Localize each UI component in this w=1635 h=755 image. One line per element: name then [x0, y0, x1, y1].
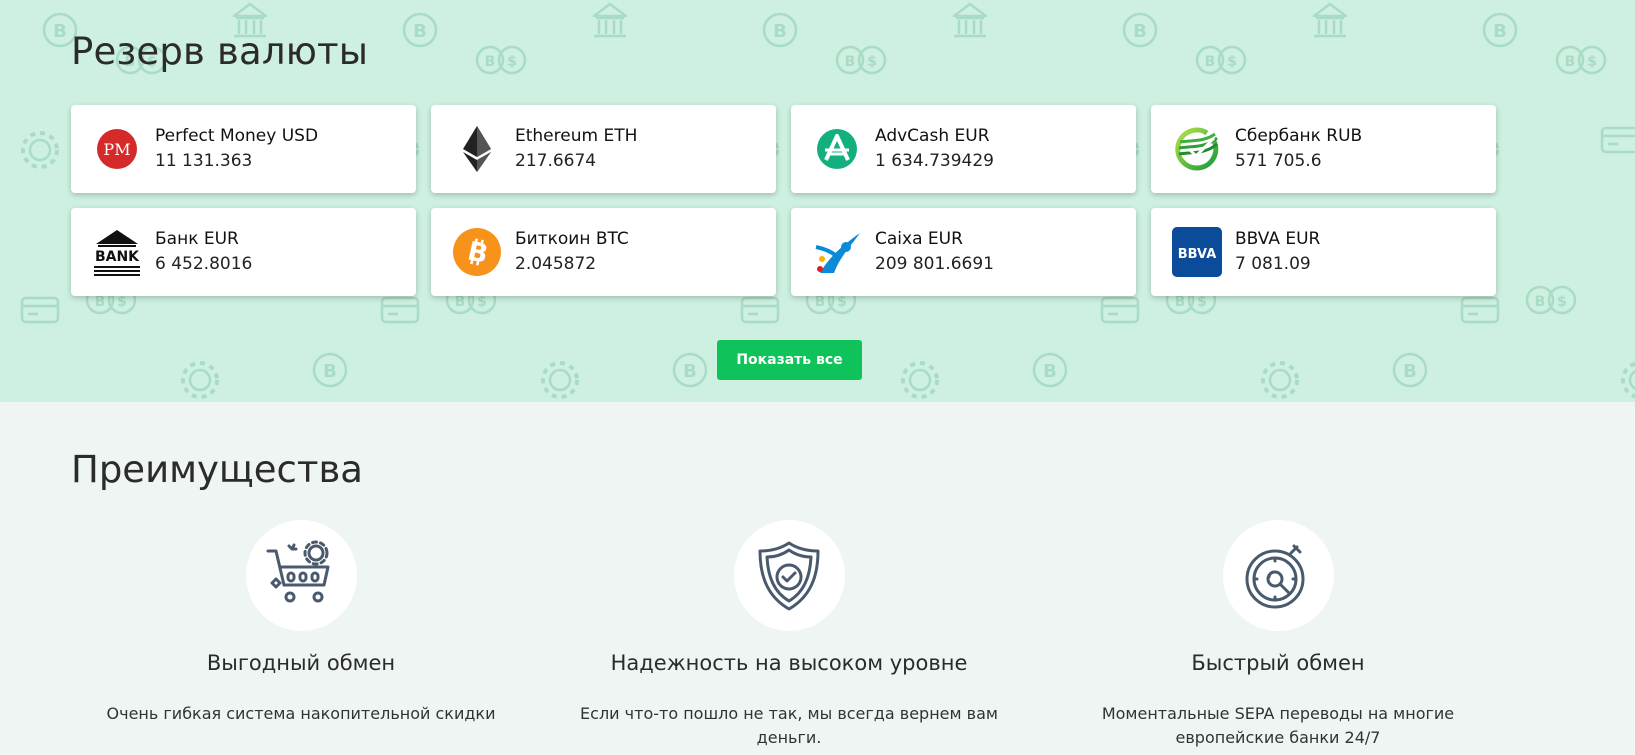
currency-name: Caixa EUR: [875, 229, 963, 249]
currency-card-ethereum-eth[interactable]: Ethereum ETH 217.6674: [431, 105, 776, 193]
currency-amount: 11 131.363: [155, 151, 253, 171]
advantage-item-reliability: Надежность на высоком уровне Если что-то…: [549, 520, 1029, 750]
currency-card-perfect-money-usd[interactable]: PM Perfect Money USD 11 131.363: [71, 105, 416, 193]
cart-icon: [266, 540, 330, 602]
currency-name: Сбербанк RUB: [1235, 126, 1363, 146]
advantage-icon-circle: [1222, 520, 1334, 631]
currency-card-advcash-eur[interactable]: AdvCash EUR 1 634.739429: [791, 105, 1136, 193]
ethereum-icon: [452, 124, 502, 174]
caixa-icon: [812, 227, 862, 277]
svg-text:PM: PM: [103, 140, 130, 159]
advantage-icon-circle: [733, 520, 845, 631]
currency-card-bitcoin-btc[interactable]: B Биткоин BTC 2.045872: [431, 208, 776, 296]
shield-check-icon: [758, 541, 820, 610]
currency-amount: 2.045872: [515, 254, 597, 274]
stopwatch-icon: [1245, 544, 1305, 608]
advcash-icon: [812, 124, 862, 174]
bank-icon: BANK: [92, 227, 142, 277]
currency-amount: 1 634.739429: [875, 151, 994, 171]
currency-amount: 217.6674: [515, 151, 597, 171]
bbva-icon: BBVA: [1172, 227, 1222, 277]
show-all-button[interactable]: Показать все: [717, 340, 862, 380]
currency-amount: 6 452.8016: [155, 254, 253, 274]
currency-name: Биткоин BTC: [515, 229, 629, 249]
currency-amount: 571 705.6: [1235, 151, 1322, 171]
currency-name: BBVA EUR: [1235, 229, 1321, 249]
reserve-title: Резерв валюты: [71, 30, 369, 73]
perfect-money-icon: PM: [92, 124, 142, 174]
advantage-text: Очень гибкая система накопительной скидк…: [106, 704, 496, 723]
bitcoin-icon: B: [452, 227, 502, 277]
advantage-text: Если что-то пошло не так, мы всегда верн…: [580, 704, 998, 747]
currency-grid: PM Perfect Money USD 11 131.363 Ethereum…: [71, 105, 1496, 296]
advantages-title: Преимущества: [71, 448, 363, 491]
currency-amount: 209 801.6691: [875, 254, 994, 274]
currency-name: Ethereum ETH: [515, 126, 638, 146]
svg-text:BANK: BANK: [95, 249, 140, 265]
svg-text:BBVA: BBVA: [1178, 247, 1217, 262]
currency-amount: 7 081.09: [1235, 254, 1311, 274]
currency-card-sberbank-rub[interactable]: Сбербанк RUB 571 705.6: [1151, 105, 1496, 193]
advantage-item-profitable-exchange: Выгодный обмен Очень гибкая система нако…: [61, 520, 541, 726]
advantage-text: Моментальные SEPA переводы на многие евр…: [1101, 704, 1455, 747]
currency-name: AdvCash EUR: [875, 126, 990, 146]
currency-card-bank-eur[interactable]: BANK Банк EUR 6 452.8016: [71, 208, 416, 296]
advantages-section: Преимущества Выгодный обмен Очень гибкая…: [0, 402, 1635, 755]
currency-name: Perfect Money USD: [155, 126, 319, 146]
currency-reserve-section: B B $: [0, 0, 1635, 402]
advantage-title: Быстрый обмен: [1191, 651, 1365, 675]
advantage-title: Надежность на высоком уровне: [610, 651, 968, 675]
currency-card-bbva-eur[interactable]: BBVA BBVA EUR 7 081.09: [1151, 208, 1496, 296]
advantage-title: Выгодный обмен: [206, 651, 396, 675]
currency-name: Банк EUR: [155, 229, 239, 249]
advantage-icon-circle: [245, 520, 357, 631]
sberbank-icon: [1172, 124, 1222, 174]
currency-card-caixa-eur[interactable]: Caixa EUR 209 801.6691: [791, 208, 1136, 296]
advantage-item-fast-exchange: Быстрый обмен Моментальные SEPA переводы…: [1038, 520, 1518, 750]
